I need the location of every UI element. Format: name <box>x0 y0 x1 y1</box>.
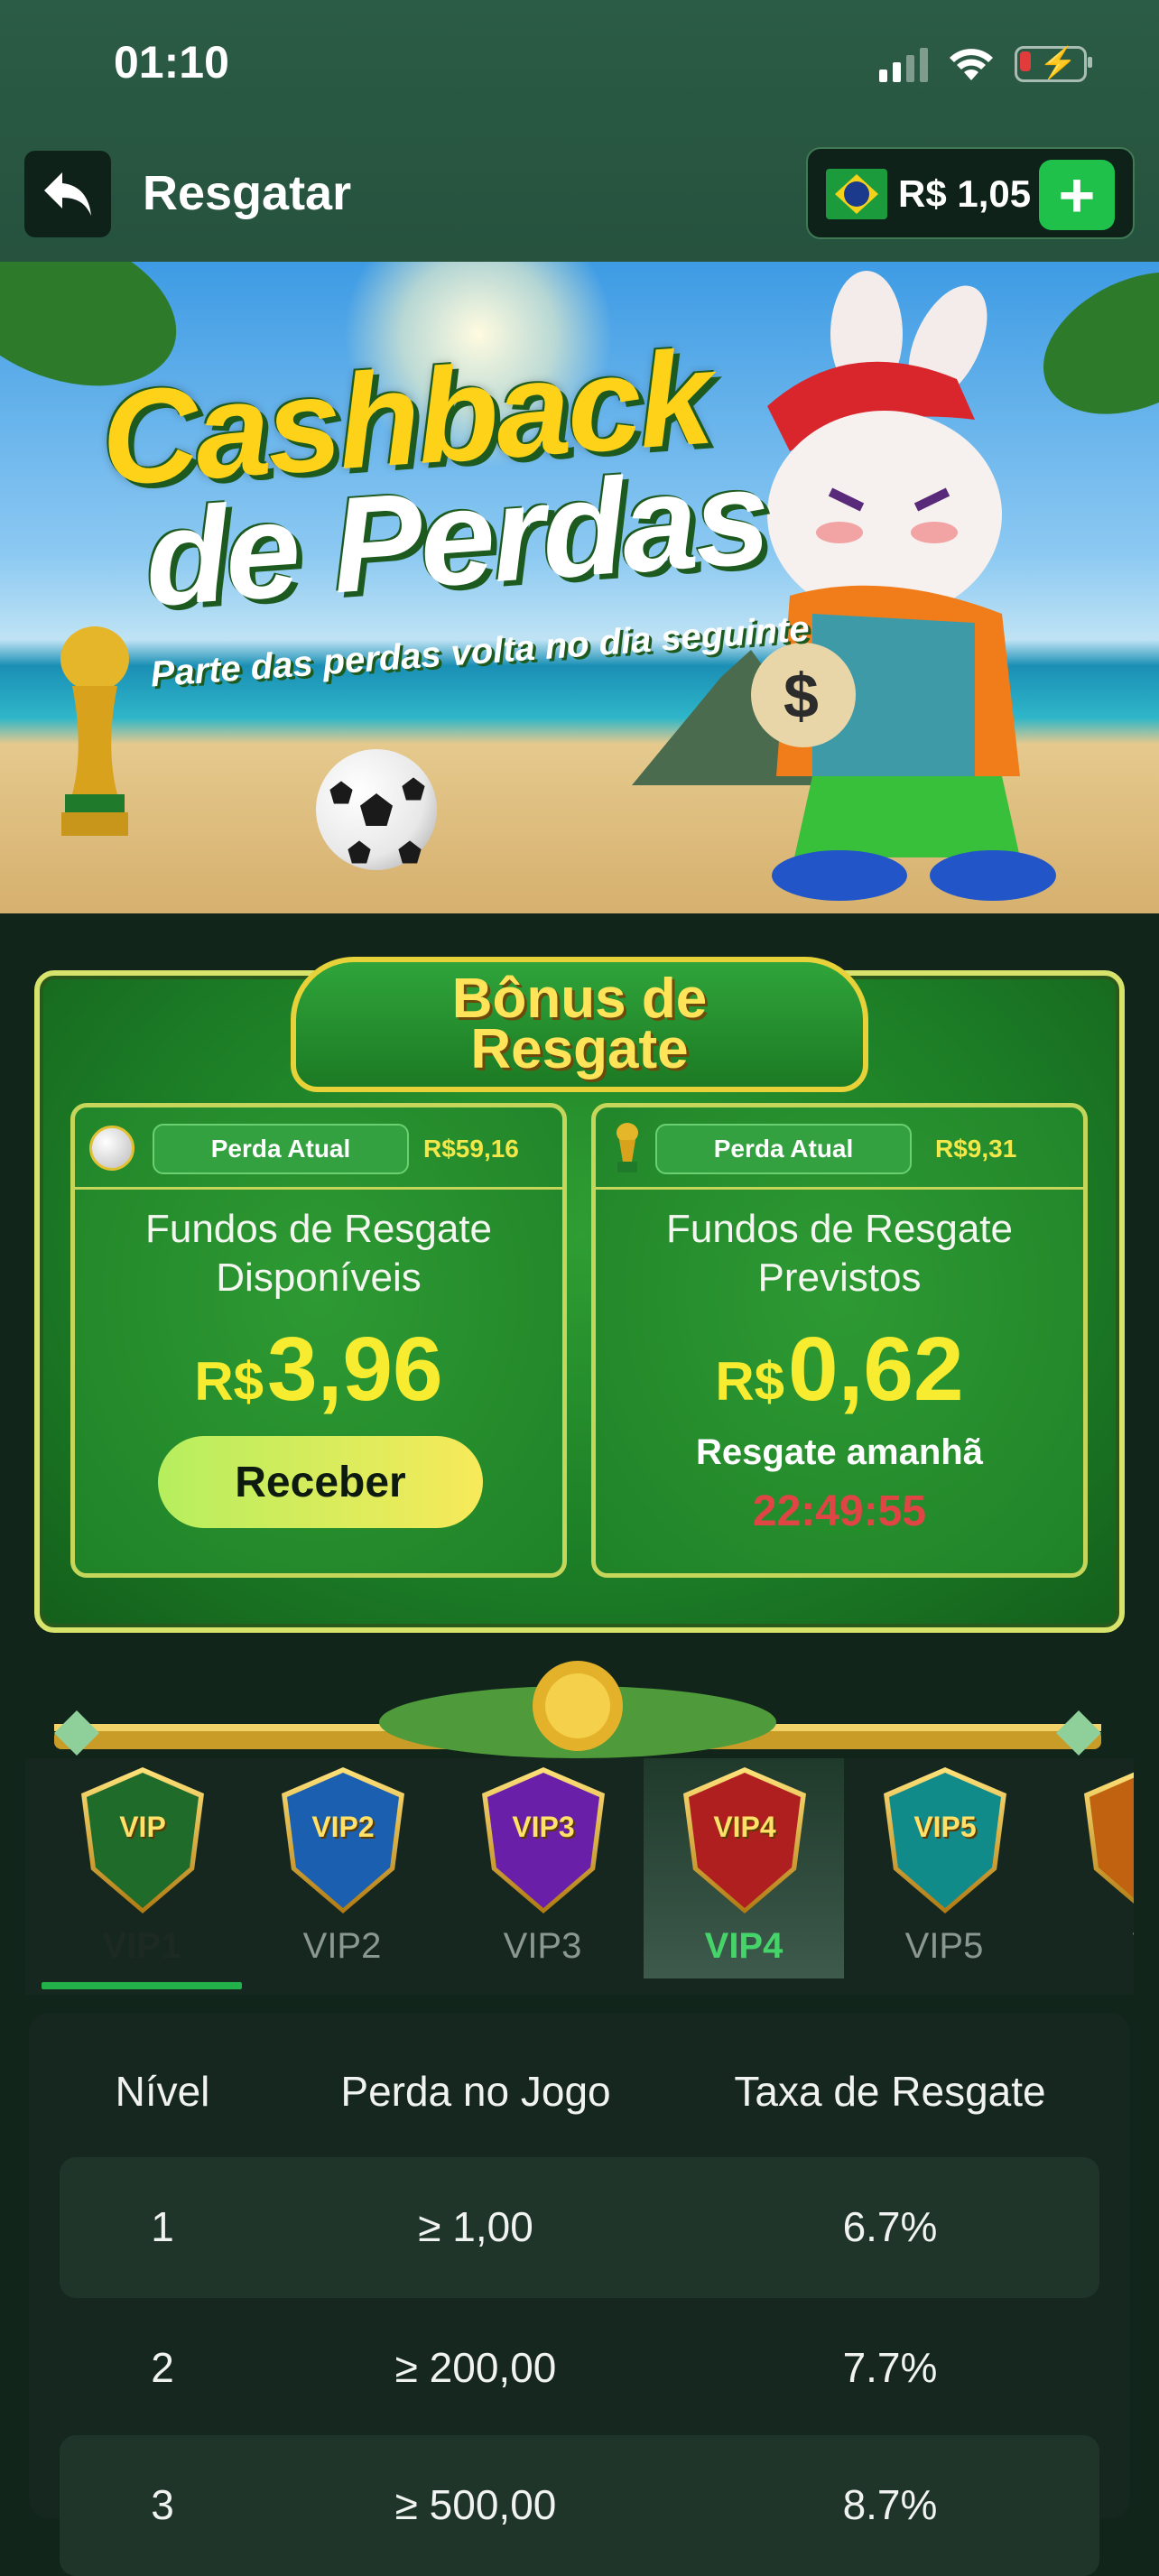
panel-header: Perda Atual R$59,16 <box>75 1107 562 1190</box>
table-row: 2 ≥ 200,00 7.7% <box>60 2298 1099 2439</box>
back-button[interactable] <box>24 151 111 237</box>
balance-amount: R$ 1,05 <box>898 172 1032 215</box>
back-arrow-icon <box>44 172 91 216</box>
bonus-title-banner: Bônus de Resgate <box>291 957 868 1092</box>
cell-rate: 8.7% <box>842 2481 938 2528</box>
vip-badge-icon: VIP2 <box>287 1773 399 1908</box>
receive-button[interactable]: Receber <box>158 1436 483 1528</box>
cell-level: 1 <box>151 2203 174 2250</box>
column-header-level: Nível <box>115 2068 210 2115</box>
vip-tab-label: VIP1 <box>102 1926 181 1966</box>
cell-level: 2 <box>151 2344 174 2391</box>
vip-tab-label: VIP5 <box>904 1926 984 1966</box>
cashback-banner[interactable]: $ Cashback de Perdas Parte das perdas vo… <box>0 262 1159 913</box>
vip-badge-icon: VIP3 <box>487 1773 599 1908</box>
page-title: Resgatar <box>143 166 352 220</box>
cell-level: 3 <box>151 2481 174 2528</box>
available-funds-panel: Perda Atual R$59,16 Fundos de Resgate Di… <box>70 1103 567 1578</box>
countdown-timer: 22:49:55 <box>752 1487 927 1535</box>
vip-tab-label: VIP4 <box>704 1926 783 1966</box>
vip-tab-label: VIP2 <box>302 1926 382 1966</box>
table-row: 1 ≥ 1,00 6.7% <box>60 2157 1099 2298</box>
top-bar: 01:10 ⚡ Resgatar R$ 1,05 + <box>0 0 1159 262</box>
battery-charging-icon: ⚡ <box>1015 46 1092 82</box>
vip-tab-label: V <box>1044 1926 1134 1967</box>
label-line2: Previstos <box>757 1256 922 1300</box>
vip-badge-icon: VIP4 <box>689 1773 801 1908</box>
currency-symbol: R$ <box>194 1351 264 1412</box>
label-line1: Fundos de Resgate <box>144 1207 493 1251</box>
label-line2: Disponíveis <box>216 1256 422 1300</box>
expected-funds-label: Fundos de Resgate Previstos <box>596 1205 1083 1302</box>
status-time: 01:10 <box>114 37 229 88</box>
deposit-plus-button[interactable]: + <box>1039 160 1115 230</box>
trophy-icon <box>617 1123 638 1172</box>
expected-funds-panel: Perda Atual R$9,31 Fundos de Resgate Pre… <box>591 1103 1088 1578</box>
vip-tab-3[interactable]: VIP3 VIP3 <box>442 1758 643 1978</box>
column-header-loss: Perda no Jogo <box>340 2068 611 2115</box>
column-header-rate: Taxa de Resgate <box>734 2068 1046 2115</box>
redeem-tomorrow-label: Resgate amanhã <box>696 1432 983 1472</box>
current-loss-amount: R$9,31 <box>935 1135 1017 1163</box>
available-funds-label: Fundos de Resgate Disponíveis <box>75 1205 562 1302</box>
amount: 3,96 <box>267 1319 443 1420</box>
vip-crest-ornament <box>54 1661 1101 1758</box>
currency-symbol: R$ <box>715 1351 785 1412</box>
cellular-signal-icon <box>879 46 928 82</box>
bonus-title-line1: Bônus de <box>451 968 708 1030</box>
wifi-icon <box>950 49 993 80</box>
soccer-ball-icon <box>89 1126 134 1171</box>
panel-header: Perda Atual R$9,31 <box>596 1107 1083 1190</box>
vip-badge-icon: VIP <box>87 1773 199 1908</box>
cashback-rate-table: Nível Perda no Jogo Taxa de Resgate 1 ≥ … <box>29 2013 1130 2576</box>
cell-rate: 6.7% <box>842 2203 938 2250</box>
soccer-ball-icon <box>316 749 437 870</box>
bonus-title-line2: Resgate <box>470 1018 689 1080</box>
vip-tab-strip: VIP VIP1 VIP2 VIP2 VIP3 VIP3 VIP4 VIP4 V… <box>25 1758 1134 1995</box>
vip-tab-label: VIP3 <box>503 1926 582 1966</box>
table-header: Nível Perda no Jogo Taxa de Resgate <box>29 2067 1130 2121</box>
vip-badge-icon: VIP5 <box>889 1773 1001 1908</box>
table-row: 3 ≥ 500,00 8.7% <box>60 2435 1099 2576</box>
svg-text:$: $ <box>783 661 819 731</box>
cell-loss: ≥ 1,00 <box>418 2203 533 2250</box>
amount: 0,62 <box>788 1319 964 1420</box>
vip-tab-1[interactable]: VIP VIP1 <box>42 1758 242 1978</box>
status-icons: ⚡ <box>879 43 1092 85</box>
cell-rate: 7.7% <box>842 2344 938 2391</box>
cell-loss: ≥ 200,00 <box>394 2344 557 2391</box>
expected-funds-value: R$0,62 <box>596 1324 1083 1427</box>
available-funds-value: R$3,96 <box>75 1324 562 1427</box>
current-loss-amount: R$59,16 <box>423 1135 519 1163</box>
vip-tab-4[interactable]: VIP4 VIP4 <box>644 1758 844 1978</box>
world-cup-trophy-icon <box>60 626 129 836</box>
vip-tab-5[interactable]: VIP5 VIP5 <box>844 1758 1044 1978</box>
current-loss-chip: Perda Atual <box>153 1124 409 1174</box>
label-line1: Fundos de Resgate <box>665 1207 1014 1251</box>
vip-tab-6[interactable]: V V <box>1044 1758 1134 1978</box>
cell-loss: ≥ 500,00 <box>394 2481 557 2528</box>
brazil-flag-icon <box>826 169 887 219</box>
vip-tab-2[interactable]: VIP2 VIP2 <box>242 1758 442 1978</box>
vip-tab-underline <box>42 1982 242 1989</box>
balance-pill: R$ 1,05 + <box>806 147 1135 239</box>
current-loss-chip: Perda Atual <box>655 1124 912 1174</box>
